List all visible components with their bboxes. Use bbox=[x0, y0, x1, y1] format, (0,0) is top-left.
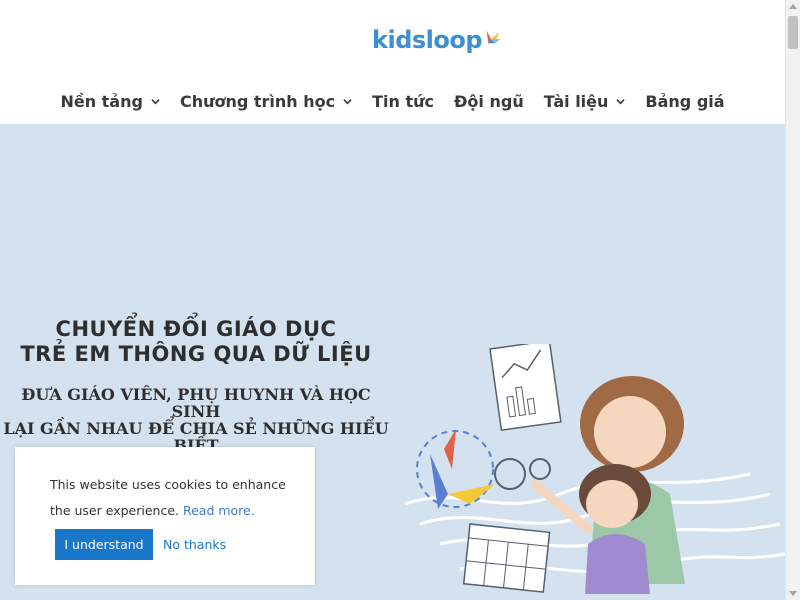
logo-text: kidsloop bbox=[372, 26, 483, 54]
nav-item-doi-ngu[interactable]: Đội ngũ bbox=[444, 84, 534, 118]
page-scrollbar[interactable] bbox=[785, 0, 800, 600]
nav-label: Chương trình học bbox=[179, 91, 336, 111]
site-header: kidsloop Nền tảng Chương trình học Tin t… bbox=[0, 0, 785, 124]
read-more-link[interactable]: Read more. bbox=[183, 503, 255, 518]
mother-child-illustration bbox=[404, 344, 785, 594]
nav-item-bang-gia[interactable]: Bảng giá bbox=[635, 84, 734, 118]
nav-item-chuong-trinh-hoc[interactable]: Chương trình học bbox=[170, 84, 362, 118]
nav-label: Đội ngũ bbox=[454, 91, 524, 111]
kidsloop-logo[interactable]: kidsloop bbox=[372, 20, 502, 60]
decline-cookies-button[interactable]: No thanks bbox=[163, 529, 226, 560]
hero-title-line: CHUYỂN ĐỔI GIÁO DỤC bbox=[55, 317, 337, 341]
nav-item-nen-tang[interactable]: Nền tảng bbox=[50, 84, 170, 118]
cookie-banner: This website uses cookies to enhance the… bbox=[15, 447, 315, 585]
scrollbar-thumb[interactable] bbox=[788, 16, 798, 49]
scroll-up-icon[interactable] bbox=[789, 4, 797, 9]
chevron-down-icon bbox=[151, 98, 160, 104]
chevron-down-icon bbox=[343, 98, 352, 104]
hero-title-line: TRẺ EM THÔNG QUA DỮ LIỆU bbox=[20, 342, 372, 366]
nav-label: Nền tảng bbox=[60, 91, 143, 111]
accept-cookies-button[interactable]: I understand bbox=[55, 529, 153, 560]
logo-mark-icon bbox=[486, 30, 501, 44]
nav-label: Tin tức bbox=[372, 91, 435, 111]
chevron-down-icon bbox=[616, 98, 626, 104]
hero-title: CHUYỂN ĐỔI GIÁO DỤC TRẺ EM THÔNG QUA DỮ … bbox=[0, 317, 392, 367]
nav-item-tai-lieu[interactable]: Tài liệu bbox=[534, 84, 636, 118]
nav-label: Tài liệu bbox=[543, 91, 609, 111]
nav-label: Bảng giá bbox=[645, 91, 725, 111]
scroll-down-icon[interactable] bbox=[789, 591, 797, 596]
nav-item-tin-tuc[interactable]: Tin tức bbox=[362, 84, 444, 118]
cookie-message: This website uses cookies to enhance the… bbox=[50, 472, 295, 524]
hero-subtitle-line: ĐƯA GIÁO VIÊN, PHỤ HUYNH VÀ HỌC SINH bbox=[21, 385, 371, 421]
main-nav: Nền tảng Chương trình học Tin tức Đội ng… bbox=[0, 84, 785, 118]
